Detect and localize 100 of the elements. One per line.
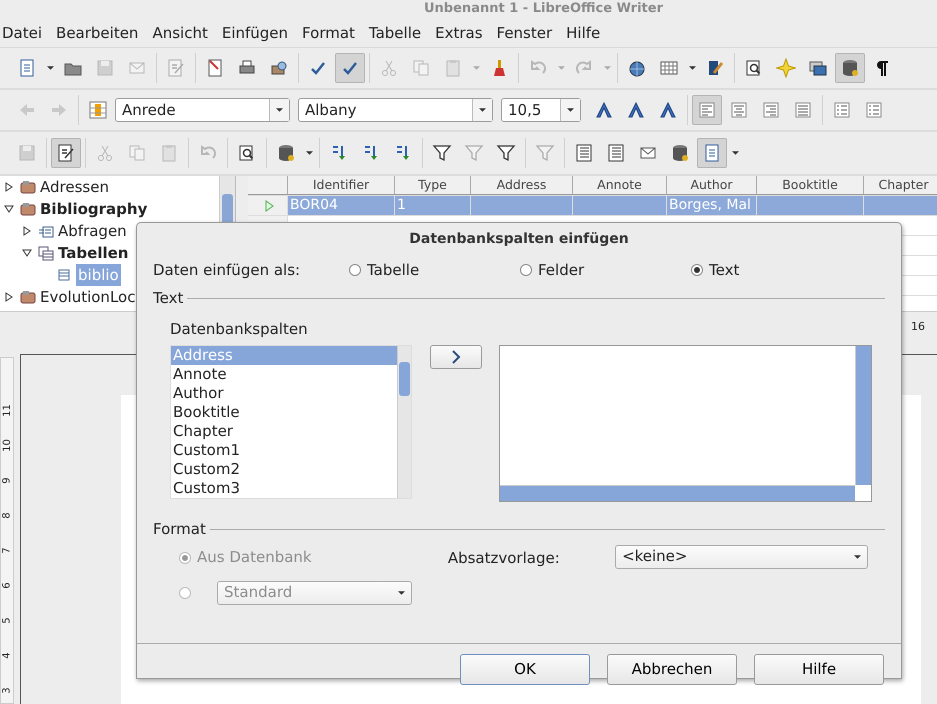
- column-header[interactable]: Chapter: [864, 176, 937, 195]
- menu-item[interactable]: Ansicht: [150, 22, 217, 45]
- tree-item[interactable]: EvolutionLoc: [40, 286, 136, 308]
- scissors-icon: [95, 143, 115, 163]
- tree-item[interactable]: Adressen: [40, 176, 109, 198]
- scrollbar[interactable]: [855, 346, 871, 485]
- table-cell: Borges, Mal: [667, 196, 757, 215]
- filter-icon: [432, 143, 452, 163]
- align-center-icon: [729, 100, 749, 120]
- list-item[interactable]: Custom2: [171, 460, 397, 479]
- letter-style-icon: [658, 100, 678, 120]
- column-header[interactable]: Booktitle: [757, 176, 864, 195]
- letter-style-icon: [594, 100, 614, 120]
- database-icon: [840, 58, 860, 78]
- collapse-arrow-icon[interactable]: [22, 226, 32, 236]
- radio-button[interactable]: Tabelle: [349, 258, 520, 282]
- column-header[interactable]: Address: [471, 176, 573, 195]
- caret-icon: [567, 108, 574, 112]
- section-heading: Format: [153, 519, 206, 540]
- list-item[interactable]: Chapter: [171, 422, 397, 441]
- radio-button[interactable]: Felder: [520, 258, 691, 282]
- menu-item[interactable]: Hilfe: [564, 22, 610, 45]
- caret-icon: [604, 66, 610, 70]
- text-document-icon: [574, 143, 594, 163]
- menu-item[interactable]: Bearbeiten: [54, 22, 148, 45]
- scrollbar[interactable]: [500, 485, 855, 501]
- align-justify-icon: [793, 100, 813, 120]
- floppy-icon: [17, 143, 37, 163]
- menu-item[interactable]: Tabelle: [366, 22, 430, 45]
- letter-style-icon: [626, 100, 646, 120]
- caret-icon: [398, 590, 405, 594]
- style-combo-box: Standard: [217, 580, 412, 604]
- dialog-button[interactable]: Abbrechen: [607, 654, 737, 684]
- ruler-number: 7: [0, 547, 14, 554]
- tree-item[interactable]: Abfragen: [58, 220, 127, 242]
- toolbar-button[interactable]: [697, 138, 727, 168]
- align-left-icon: [697, 100, 717, 120]
- menu-item[interactable]: Datei: [0, 22, 52, 45]
- tree-item[interactable]: Bibliography: [40, 198, 148, 220]
- column-header[interactable]: Identifier: [288, 176, 395, 195]
- list-item[interactable]: Annote: [171, 365, 397, 384]
- list-item[interactable]: Author: [171, 384, 397, 403]
- list-icon: [864, 100, 884, 120]
- field-label: Datenbankspalten: [170, 318, 309, 340]
- tree-item[interactable]: Tabellen: [58, 242, 128, 264]
- database-icon: [20, 201, 36, 217]
- styles-icon: [88, 100, 108, 120]
- column-header[interactable]: Type: [395, 176, 471, 195]
- radio-button[interactable]: Text: [691, 258, 740, 282]
- ruler-number: 5: [0, 617, 14, 624]
- list-item[interactable]: Booktitle: [171, 403, 397, 422]
- copy-icon: [127, 143, 147, 163]
- field-label: Absatzvorlage:: [448, 548, 561, 568]
- align-right-icon: [761, 100, 781, 120]
- caret-icon: [46, 66, 54, 70]
- menu-item[interactable]: Fenster: [494, 22, 562, 45]
- expand-arrow-icon[interactable]: [4, 204, 14, 214]
- menu-item[interactable]: Extras: [433, 22, 492, 45]
- font-combo-box[interactable]: 10,5: [501, 98, 581, 122]
- menu-item[interactable]: Einfügen: [220, 22, 298, 45]
- font-combo-box[interactable]: Albany: [298, 98, 493, 122]
- text-document-icon: [606, 143, 626, 163]
- dialog-button[interactable]: OK: [460, 654, 590, 684]
- ruler-number: 11: [0, 404, 14, 417]
- section-heading: Text: [153, 288, 184, 309]
- collapse-arrow-icon[interactable]: [4, 182, 14, 192]
- database-icon: [276, 143, 296, 163]
- list-item[interactable]: Custom1: [171, 441, 397, 460]
- move-button[interactable]: [430, 345, 482, 369]
- caret-icon: [276, 108, 283, 112]
- field-label: Daten einfügen als:: [153, 260, 302, 281]
- database-icon: [20, 289, 36, 305]
- filter-icon: [496, 143, 516, 163]
- menu-item[interactable]: Format: [300, 22, 364, 45]
- column-header[interactable]: Author: [667, 176, 757, 195]
- tables-icon: [38, 245, 54, 261]
- copy-icon: [411, 58, 431, 78]
- list-item[interactable]: Custom3: [171, 479, 397, 498]
- list-icon: [832, 100, 852, 120]
- ruler-number: 3: [0, 687, 14, 694]
- chevron-right-icon: [451, 350, 461, 364]
- collapse-arrow-icon[interactable]: [4, 292, 14, 302]
- scrollbar[interactable]: [397, 346, 411, 498]
- caret-icon: [688, 66, 696, 70]
- dialog-button[interactable]: Hilfe: [754, 654, 884, 684]
- ruler-number: 8: [0, 512, 14, 519]
- scissors-icon: [379, 58, 399, 78]
- database-icon: [670, 143, 690, 163]
- font-combo-box[interactable]: Anrede: [115, 98, 290, 122]
- toolbar-button[interactable]: [51, 138, 81, 168]
- edit-document-icon: [56, 143, 76, 163]
- edit-document-icon: [166, 58, 186, 78]
- toolbar-button[interactable]: [692, 95, 722, 125]
- ruler-number: 10: [0, 439, 14, 452]
- style-combo-box[interactable]: <keine>: [615, 544, 868, 568]
- column-header[interactable]: Annote: [573, 176, 667, 195]
- expand-arrow-icon[interactable]: [22, 248, 32, 258]
- database-icon: [20, 179, 36, 195]
- table-cell: 1: [395, 196, 471, 215]
- floppy-icon: [95, 58, 115, 78]
